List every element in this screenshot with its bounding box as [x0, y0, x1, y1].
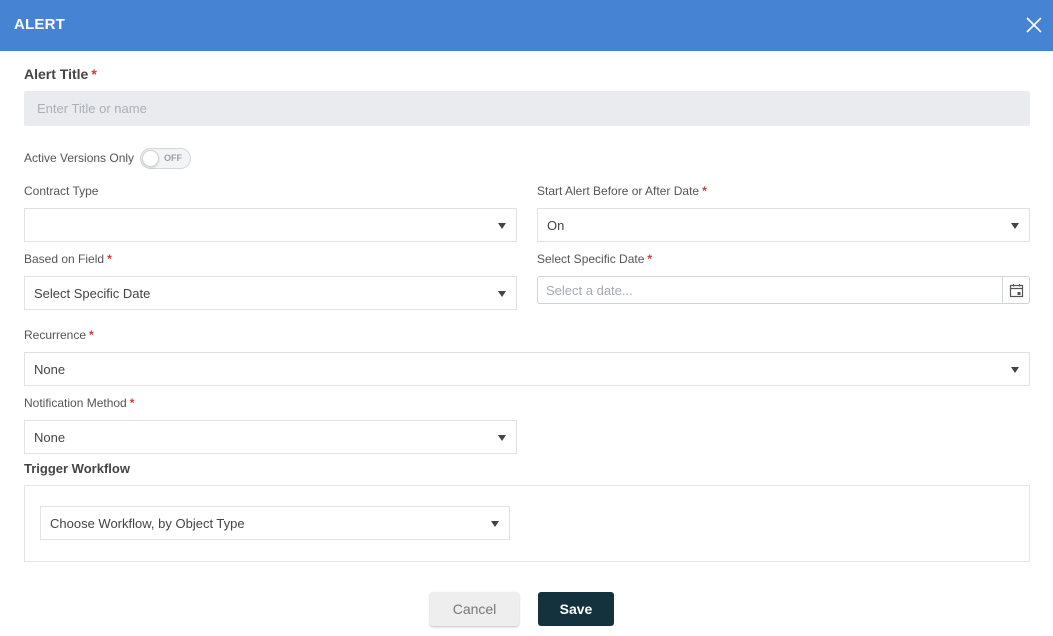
required-marker: *: [129, 396, 135, 410]
recurrence-value: None: [34, 362, 66, 377]
required-marker: *: [89, 328, 94, 342]
start-alert-label: Start Alert Before or After Date *: [537, 184, 707, 198]
toggle-state: OFF: [164, 153, 182, 163]
start-alert-select[interactable]: On: [537, 208, 1030, 242]
based-on-field-value: Select Specific Date: [34, 286, 151, 301]
required-marker: *: [647, 252, 653, 266]
workflow-select[interactable]: Choose Workflow, by Object Type: [40, 506, 510, 540]
workflow-value: Choose Workflow, by Object Type: [50, 516, 245, 531]
toggle-knob: [142, 150, 159, 167]
specific-date-label-text: Select Specific Date: [537, 252, 645, 266]
based-on-field-label-text: Based on Field: [24, 252, 105, 266]
chevron-down-icon: [498, 291, 506, 297]
notification-method-label: Notification Method *: [24, 396, 134, 410]
save-button[interactable]: Save: [538, 592, 614, 626]
alert-title-label: Alert Title *: [24, 66, 97, 82]
notification-method-value: None: [34, 430, 66, 445]
alert-title-input[interactable]: [24, 91, 1030, 126]
chevron-down-icon: [1011, 223, 1019, 229]
start-alert-label-text: Start Alert Before or After Date: [537, 184, 700, 198]
notification-method-select[interactable]: None: [24, 420, 517, 454]
notification-method-label-text: Notification Method: [24, 396, 127, 410]
recurrence-label: Recurrence *: [24, 328, 94, 342]
trigger-workflow-label: Trigger Workflow: [24, 461, 130, 476]
chevron-down-icon: [491, 521, 499, 527]
specific-date-input[interactable]: [538, 277, 1002, 303]
alert-title-label-text: Alert Title: [24, 66, 89, 82]
dialog-title: ALERT: [14, 16, 65, 33]
cancel-button[interactable]: Cancel: [430, 592, 519, 626]
contract-type-label: Contract Type: [24, 184, 99, 198]
required-marker: *: [702, 184, 707, 198]
dialog-header: ALERT: [0, 0, 1053, 51]
active-versions-label: Active Versions Only: [24, 151, 135, 165]
based-on-field-label: Based on Field *: [24, 252, 112, 266]
required-marker: *: [91, 66, 97, 82]
based-on-field-select[interactable]: Select Specific Date: [24, 276, 517, 310]
chevron-down-icon: [1011, 367, 1019, 373]
calendar-icon[interactable]: [1002, 277, 1029, 303]
active-versions-toggle[interactable]: OFF: [140, 148, 191, 169]
recurrence-label-text: Recurrence: [24, 328, 87, 342]
specific-date-label: Select Specific Date *: [537, 252, 652, 266]
start-alert-value: On: [547, 218, 565, 233]
chevron-down-icon: [498, 435, 506, 441]
required-marker: *: [107, 252, 112, 266]
chevron-down-icon: [498, 223, 506, 229]
contract-type-select[interactable]: [24, 208, 517, 242]
specific-date-field: [537, 276, 1030, 304]
close-icon[interactable]: [1024, 15, 1044, 35]
recurrence-select[interactable]: None: [24, 352, 1030, 386]
